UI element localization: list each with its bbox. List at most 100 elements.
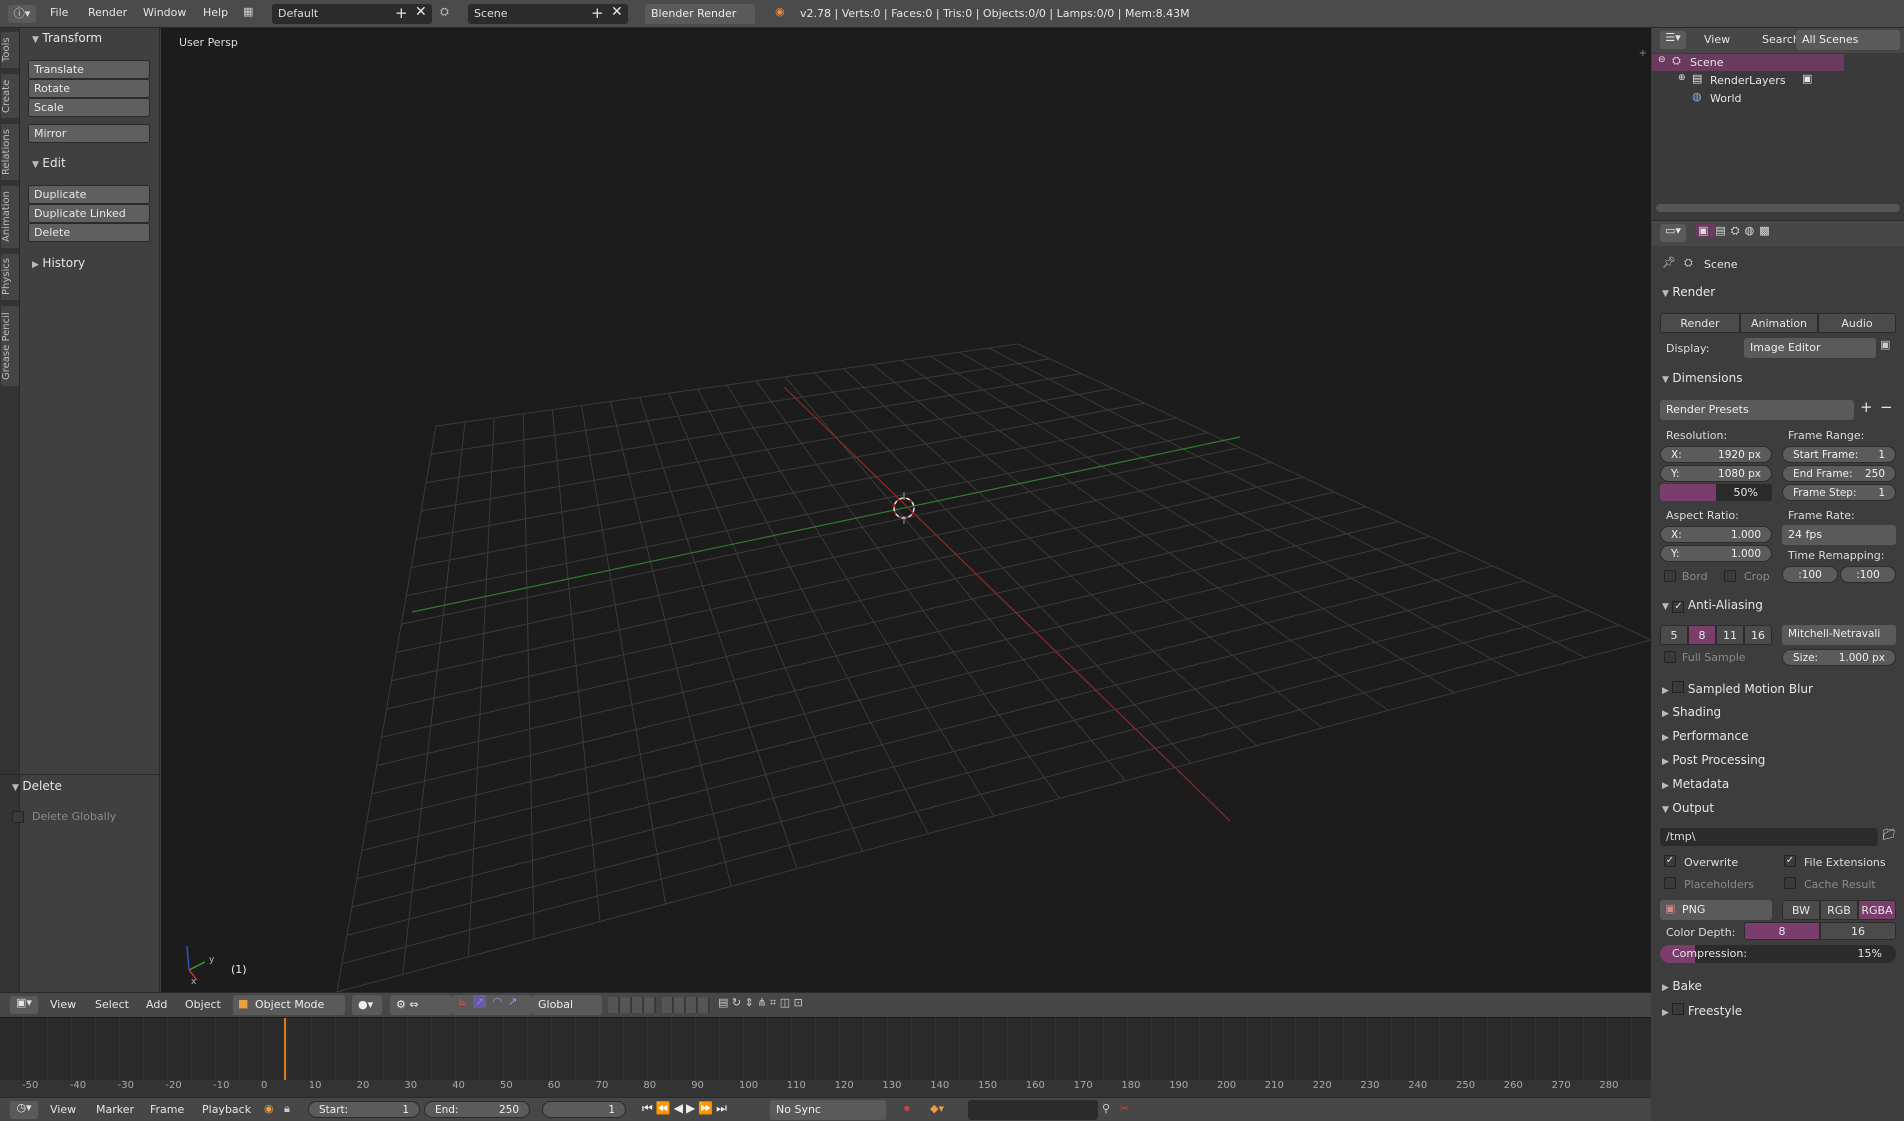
layout-field[interactable]: Default bbox=[272, 4, 432, 24]
outliner-menu-search[interactable]: Search bbox=[1762, 33, 1800, 46]
start-frame-prop[interactable]: Start Frame: 1 bbox=[1782, 446, 1896, 463]
crop-checkbox[interactable] bbox=[1724, 570, 1736, 582]
delete-key-icon[interactable]: ✂ bbox=[1120, 1102, 1129, 1115]
aa-filter-select[interactable]: Mitchell-Netravali bbox=[1782, 625, 1896, 645]
tl-menu-marker[interactable]: Marker bbox=[96, 1103, 134, 1116]
tab-tools[interactable]: Tools bbox=[1, 32, 19, 68]
outliner-filter-select[interactable]: All Scenes bbox=[1796, 30, 1900, 50]
duplicate-linked-button[interactable]: Duplicate Linked bbox=[28, 204, 150, 223]
remove-preset-icon[interactable]: − bbox=[1880, 398, 1893, 416]
remap-new-field[interactable]: :100 bbox=[1840, 566, 1896, 583]
outliner-editor-icon[interactable]: ☰▾ bbox=[1660, 31, 1686, 49]
res-percentage-slider[interactable]: 50% bbox=[1660, 484, 1772, 501]
lock-icon[interactable]: 🔒︎ bbox=[284, 1102, 290, 1116]
shading-panel-header[interactable]: ▶ Shading bbox=[1662, 705, 1721, 719]
full-sample-checkbox[interactable] bbox=[1664, 651, 1676, 663]
smb-checkbox[interactable] bbox=[1672, 681, 1685, 693]
tl-menu-view[interactable]: View bbox=[50, 1103, 76, 1116]
audio-button[interactable]: Audio bbox=[1818, 313, 1896, 333]
timeline-area[interactable] bbox=[0, 1017, 1651, 1098]
shading-select[interactable]: ●▾ bbox=[352, 995, 382, 1015]
bw-button[interactable]: BW bbox=[1782, 900, 1820, 920]
sync-select[interactable]: No Sync bbox=[770, 1100, 886, 1120]
output-panel-header[interactable]: ▼ Output bbox=[1662, 801, 1714, 815]
current-frame-line[interactable] bbox=[284, 1018, 286, 1080]
info-icon[interactable]: ⓘ▾ bbox=[8, 5, 36, 23]
delete-button[interactable]: Delete bbox=[28, 223, 150, 242]
tab-grease-pencil[interactable]: Grease Pencil bbox=[1, 306, 19, 386]
animation-button[interactable]: Animation bbox=[1740, 313, 1818, 333]
tab-create[interactable]: Create bbox=[1, 74, 19, 118]
frame-step-prop[interactable]: Frame Step: 1 bbox=[1782, 484, 1896, 501]
add-preset-icon[interactable]: + bbox=[1860, 398, 1873, 416]
placeholders-checkbox[interactable] bbox=[1664, 877, 1676, 889]
history-panel-header[interactable]: ▶ History bbox=[32, 256, 85, 270]
renderlayer-toggle-icon[interactable]: ▣ bbox=[1802, 72, 1812, 85]
3d-viewport[interactable]: User Persp y x (1) + bbox=[161, 28, 1651, 992]
display-lock-icon[interactable]: ▣ bbox=[1880, 338, 1890, 351]
aspect-x-field[interactable]: X: 1.000 bbox=[1660, 526, 1772, 543]
properties-editor-icon[interactable]: ▭▾ bbox=[1660, 224, 1686, 242]
menu-window[interactable]: Window bbox=[143, 6, 186, 19]
current-frame-field[interactable]: 1 bbox=[542, 1101, 626, 1118]
menu-object[interactable]: Object bbox=[185, 998, 221, 1011]
collapse-icon[interactable]: ⊖ bbox=[1658, 55, 1666, 65]
post-processing-panel-header[interactable]: ▶ Post Processing bbox=[1662, 753, 1765, 767]
record-icon[interactable]: ⏺ bbox=[904, 1102, 910, 1116]
mode-select[interactable]: ■ Object Mode bbox=[233, 995, 345, 1015]
aa-11-button[interactable]: 11 bbox=[1716, 625, 1744, 645]
rotate-button[interactable]: Rotate bbox=[28, 79, 150, 98]
start-frame-field[interactable]: Start: 1 bbox=[308, 1101, 420, 1118]
aa-checkbox[interactable]: ✓ bbox=[1672, 601, 1685, 613]
keyframe-icon[interactable]: ◆▾ bbox=[930, 1102, 944, 1115]
metadata-panel-header[interactable]: ▶ Metadata bbox=[1662, 777, 1729, 791]
freestyle-checkbox[interactable] bbox=[1672, 1003, 1685, 1015]
aa-panel-header[interactable]: ▼ ✓ Anti-Aliasing bbox=[1662, 598, 1763, 613]
menu-select[interactable]: Select bbox=[95, 998, 129, 1011]
outliner-row-scene[interactable]: ⊖ ⛭ Scene bbox=[1652, 54, 1844, 71]
tab-animation[interactable]: Animation bbox=[1, 186, 19, 248]
expand-icon[interactable]: ⊕ bbox=[1678, 73, 1686, 83]
aa-8-button[interactable]: 8 bbox=[1688, 625, 1716, 645]
close-layout-icon[interactable]: ✕ bbox=[415, 4, 427, 20]
properties-editor[interactable]: ▭▾ ▣ ▤⛭◍▩ 📌︎ ⛭ Scene ▼ Render Render Anim… bbox=[1652, 220, 1904, 1121]
overwrite-checkbox[interactable]: ✓ bbox=[1664, 855, 1676, 867]
tab-relations[interactable]: Relations bbox=[1, 124, 19, 180]
aspect-y-field[interactable]: Y: 1.000 bbox=[1660, 545, 1772, 562]
fps-select[interactable]: 24 fps bbox=[1782, 525, 1896, 545]
end-frame-prop[interactable]: End Frame: 250 bbox=[1782, 465, 1896, 482]
properties-toggle-icon[interactable]: + bbox=[1639, 48, 1647, 59]
tl-menu-frame[interactable]: Frame bbox=[150, 1103, 184, 1116]
scene-field[interactable]: Scene bbox=[468, 4, 628, 24]
rgba-button[interactable]: RGBA bbox=[1858, 900, 1896, 920]
border-checkbox[interactable] bbox=[1664, 570, 1676, 582]
context-tab-icons[interactable]: ▣ ▤⛭◍▩ bbox=[1696, 224, 1822, 242]
close-scene-icon[interactable]: ✕ bbox=[611, 4, 623, 20]
editor-type-icon[interactable]: ▣▾ bbox=[10, 996, 38, 1014]
menu-file[interactable]: File bbox=[50, 6, 68, 19]
depth-16-button[interactable]: 16 bbox=[1820, 922, 1896, 940]
depth-8-button[interactable]: 8 bbox=[1744, 922, 1820, 940]
outliner-row-renderlayers[interactable]: ⊕ ▤ RenderLayers ▣ bbox=[1652, 72, 1844, 89]
manipulator-icons[interactable]: ⊾ ➚ ◠ ↗ bbox=[452, 995, 532, 1015]
render-presets-select[interactable]: Render Presets bbox=[1660, 400, 1854, 420]
aa-5-button[interactable]: 5 bbox=[1660, 625, 1688, 645]
pivot-snap-icons[interactable]: ⚙ ⇔ bbox=[390, 995, 452, 1015]
res-y-field[interactable]: Y: 1080 px bbox=[1660, 465, 1772, 482]
keying-set-field[interactable] bbox=[968, 1100, 1098, 1120]
outliner-menu-view[interactable]: View bbox=[1704, 33, 1730, 46]
menu-render[interactable]: Render bbox=[88, 6, 127, 19]
performance-panel-header[interactable]: ▶ Performance bbox=[1662, 729, 1748, 743]
compression-slider[interactable]: Compression: 15% bbox=[1660, 945, 1896, 963]
layer-buttons-1[interactable] bbox=[608, 997, 656, 1013]
aa-16-button[interactable]: 16 bbox=[1744, 625, 1772, 645]
scale-button[interactable]: Scale bbox=[28, 98, 150, 117]
bake-panel-header[interactable]: ▶ Bake bbox=[1662, 979, 1702, 993]
scene-icon[interactable]: ⛭ bbox=[440, 5, 462, 23]
duplicate-button[interactable]: Duplicate bbox=[28, 185, 150, 204]
aa-size-field[interactable]: Size: 1.000 px bbox=[1782, 649, 1896, 666]
res-x-field[interactable]: X: 1920 px bbox=[1660, 446, 1772, 463]
render-panel-header[interactable]: ▼ Render bbox=[1662, 285, 1715, 299]
folder-icon[interactable]: 📁︎ bbox=[1882, 828, 1896, 841]
output-path-field[interactable]: /tmp\ bbox=[1660, 828, 1878, 846]
